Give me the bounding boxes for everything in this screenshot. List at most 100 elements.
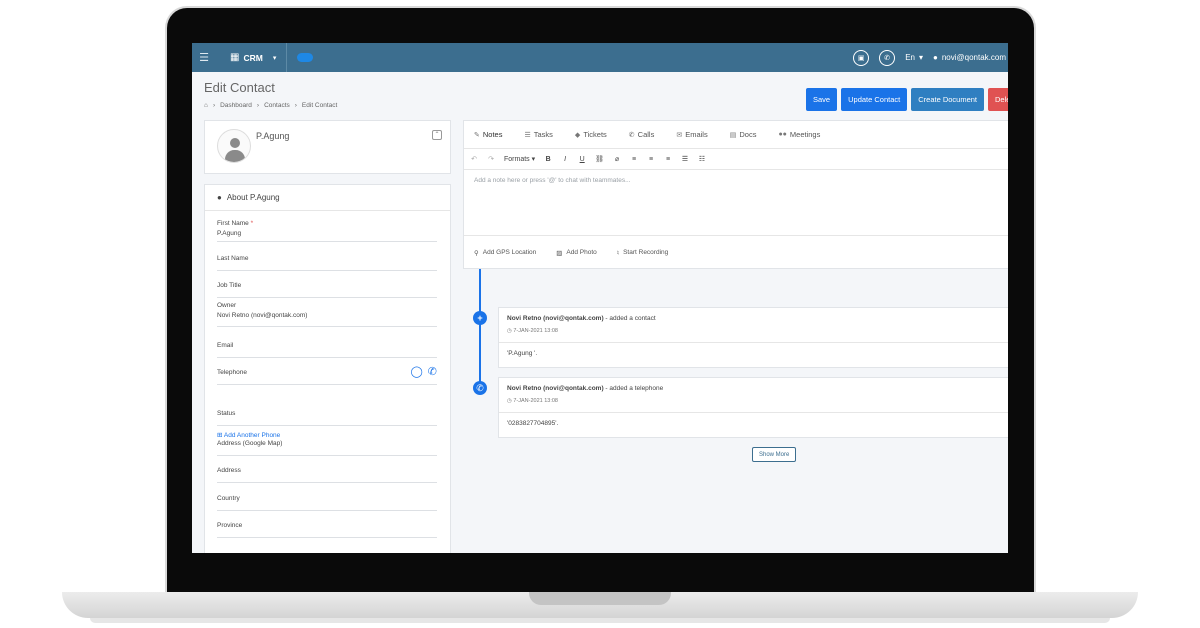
save-button[interactable]: Save [806, 88, 838, 111]
image-icon: ▨ [556, 249, 563, 257]
phone-list-icon[interactable]: ✆ [879, 49, 896, 66]
tab-docs[interactable]: ▤ Docs [730, 130, 757, 139]
phone-icon[interactable]: ✆ [428, 365, 437, 378]
map-marker-icon: ⚲ [474, 249, 479, 257]
add-gps-location-button[interactable]: ⚲ Add GPS Location [474, 249, 536, 257]
update-contact-button[interactable]: Update Contact [841, 88, 908, 111]
tab-tickets[interactable]: ◆ Tickets [575, 130, 607, 139]
address-field[interactable]: Address [217, 467, 437, 483]
owner-value[interactable]: Novi Retno (novi@qontak.com) [217, 312, 437, 319]
status-label: Status [217, 410, 236, 417]
email-field[interactable]: Email [217, 342, 437, 358]
timeline-action: - added a contact [603, 315, 656, 322]
numbered-list-icon[interactable]: ☷ [698, 155, 706, 163]
italic-icon[interactable]: I [561, 156, 569, 163]
activity-tabs: ✎ Notes ☰ Tasks ◆ Tickets ✆ Calls ✉ Emails ▤ D… [464, 121, 1008, 149]
note-input[interactable]: Add a note here or press '@' to chat wit… [464, 170, 1008, 236]
first-name-label: First Name [217, 220, 249, 227]
bullet-list-icon[interactable]: ☰ [681, 155, 689, 163]
required-marker: * [250, 220, 254, 227]
add-another-phone-link[interactable]: ⊞ Add Another Phone [217, 431, 280, 439]
last-name-field[interactable]: Last Name [217, 255, 437, 271]
app-name: CRM [243, 52, 263, 63]
video-icon[interactable]: ▣ [853, 49, 870, 66]
user-menu[interactable]: ● novi@qontak.com [933, 53, 1006, 62]
edit-icon: ✎ [474, 131, 480, 139]
align-right-icon[interactable]: ≡ [664, 156, 672, 163]
timeline-item: Novi Retno (novi@qontak.com) - added a t… [498, 377, 1008, 438]
about-title: About P.Agung [226, 193, 280, 202]
grid-icon: ▦ [230, 52, 240, 63]
phone-icon: ✆ [628, 131, 635, 139]
link-icon[interactable]: ⛓ [595, 155, 604, 163]
laptop-shadow [90, 618, 1110, 623]
first-name-value[interactable]: P.Agung [217, 230, 437, 237]
align-left-icon[interactable]: ≡ [630, 156, 638, 163]
job-title-field[interactable]: Job Title [217, 282, 437, 298]
timeline-author[interactable]: Novi Retno (novi@qontak.com) [507, 385, 604, 392]
user-email: novi@qontak.com [941, 53, 1006, 62]
province-field[interactable]: Province [217, 522, 437, 538]
timeline-time: 7-JAN-2021 13:08 [513, 328, 558, 334]
tab-notes[interactable]: ✎ Notes [474, 130, 502, 139]
editor-toolbar: ↶ ↷ Formats ▾ B I U ⛓ ⌀ ≡ ≡ ≡ ☰ ☷ [464, 149, 1008, 170]
home-icon[interactable]: ⌂ [204, 102, 208, 109]
owner-label: Owner [217, 302, 237, 309]
app-switcher[interactable]: ▦ CRM ▾ [216, 43, 288, 72]
profile-name: P.Agung [256, 131, 290, 141]
cloud-icon[interactable] [297, 53, 314, 62]
unlink-icon[interactable]: ⌀ [613, 155, 621, 163]
breadcrumb-separator: › [212, 102, 216, 109]
align-center-icon[interactable]: ≡ [647, 156, 655, 163]
menu-toggle-icon[interactable]: ☰ [192, 51, 216, 64]
caret-down-icon: ▾ [918, 53, 923, 62]
plus-icon: + [473, 311, 487, 325]
tab-emails[interactable]: ✉ Emails [676, 130, 707, 139]
start-recording-button[interactable]: ♮ Start Recording [617, 249, 669, 257]
first-name-field[interactable]: First Name * P.Agung [217, 220, 437, 242]
note-actions: ⚲ Add GPS Location ▨ Add Photo ♮ Start Reco… [464, 236, 1008, 269]
avatar[interactable] [217, 129, 251, 163]
google-map-address-field[interactable]: Address (Google Map) [217, 440, 437, 456]
timeline-content: '0283827704895'. [507, 420, 559, 427]
breadcrumb-contacts[interactable]: Contacts [264, 102, 290, 109]
email-label: Email [217, 342, 234, 349]
bold-icon[interactable]: B [544, 156, 552, 163]
whatsapp-icon[interactable]: ◯ [410, 365, 422, 378]
owner-field[interactable]: Owner Novi Retno (novi@qontak.com) [217, 302, 437, 327]
top-navbar: ☰ ▦ CRM ▾ ▣ ✆ En ▾ ● novi@qontak.com [192, 43, 1008, 72]
breadcrumb-current: Edit Contact [301, 102, 338, 109]
language-selector[interactable]: En ▾ [905, 53, 923, 62]
language-label: En [905, 53, 915, 62]
undo-icon[interactable]: ↶ [470, 155, 478, 163]
create-document-button[interactable]: Create Document [911, 88, 985, 111]
redo-icon[interactable]: ↷ [487, 155, 495, 163]
status-field[interactable]: Status [217, 410, 437, 426]
clock-icon: ◷ [507, 328, 512, 334]
profile-card: P.Agung ⌃ [204, 120, 451, 174]
users-icon: ●● [778, 131, 787, 138]
telephone-field[interactable]: Telephone ◯ ✆ [217, 366, 437, 385]
timeline-content: 'P.Agung '. [507, 350, 538, 357]
breadcrumb-separator: › [256, 102, 260, 109]
formats-dropdown[interactable]: Formats ▾ [504, 155, 535, 163]
add-phone-label: Add Another Phone [223, 432, 281, 439]
telephone-label: Telephone [217, 369, 247, 376]
timeline-author[interactable]: Novi Retno (novi@qontak.com) [507, 315, 604, 322]
tab-calls[interactable]: ✆ Calls [629, 130, 655, 139]
expand-icon[interactable]: ⌃ [432, 130, 442, 140]
tab-meetings[interactable]: ●● Meetings [778, 130, 820, 139]
tab-tasks[interactable]: ☰ Tasks [524, 130, 552, 139]
timeline-time: 7-JAN-2021 13:08 [513, 398, 558, 404]
country-field[interactable]: Country [217, 495, 437, 511]
delete-button[interactable]: Dele [988, 88, 1008, 111]
tasks-icon: ☰ [524, 131, 531, 139]
add-photo-button[interactable]: ▨ Add Photo [556, 249, 597, 257]
breadcrumb-dashboard[interactable]: Dashboard [220, 102, 252, 109]
app-screen: ☰ ▦ CRM ▾ ▣ ✆ En ▾ ● novi@qontak.com Edi… [192, 43, 1008, 553]
show-more-button[interactable]: Show More [752, 447, 797, 462]
breadcrumb-separator: › [294, 102, 297, 109]
province-label: Province [217, 522, 243, 529]
breadcrumb: ⌂ › Dashboard › Contacts › Edit Contact [204, 102, 337, 109]
underline-icon[interactable]: U [578, 156, 586, 163]
